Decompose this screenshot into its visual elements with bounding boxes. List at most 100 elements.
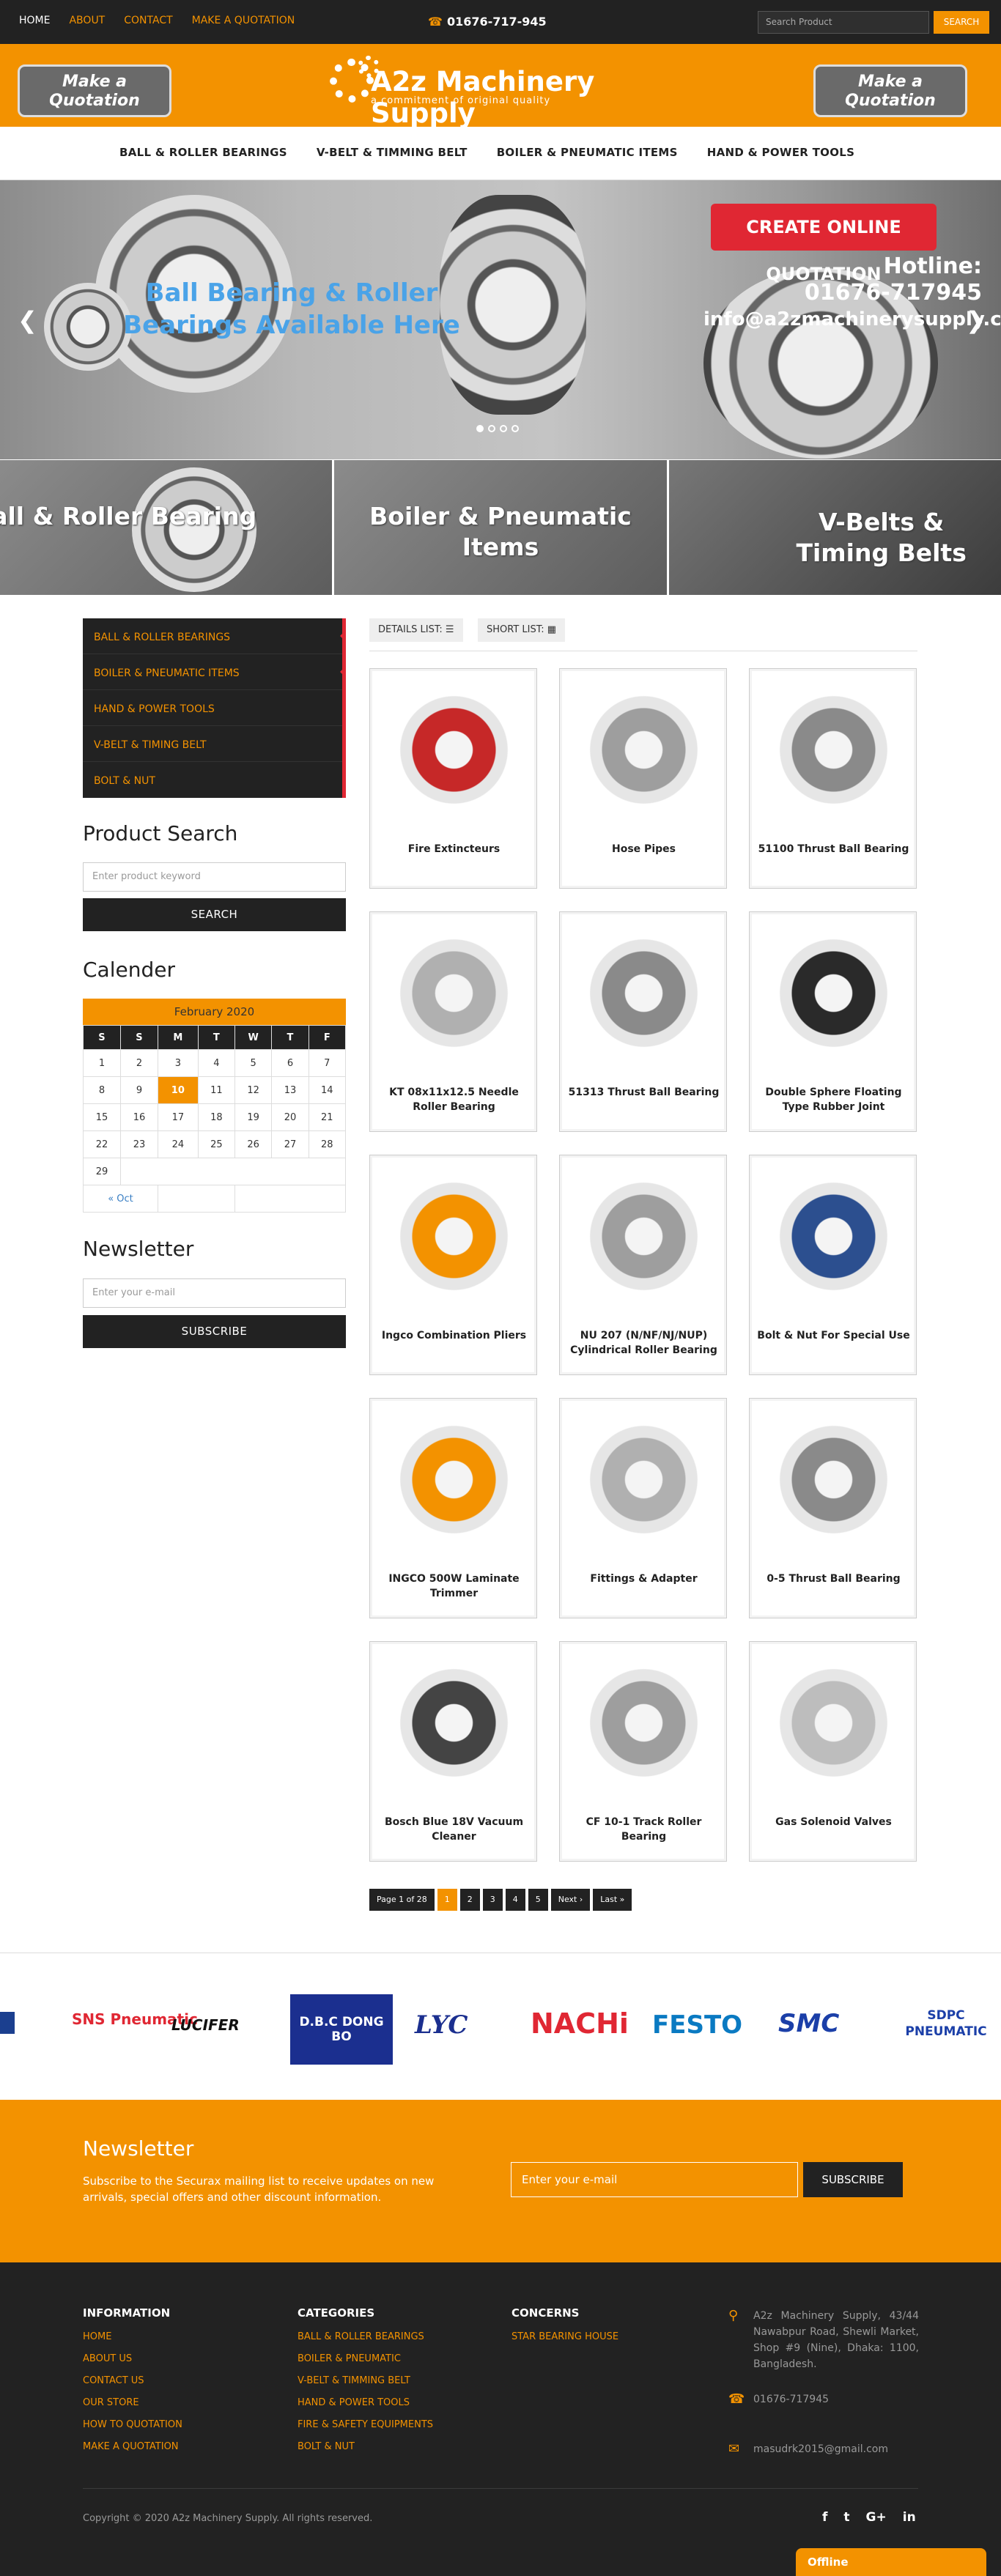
product-card[interactable]: 51313 Thrust Ball Bearing <box>559 911 727 1132</box>
footer-link[interactable]: OUR STORE <box>83 2397 182 2419</box>
footer-link[interactable]: V-BELT & TIMMING BELT <box>298 2375 433 2397</box>
product-title[interactable]: Bolt & Nut For Special Use <box>757 1328 910 1343</box>
footer-link[interactable]: STAR BEARING HOUSE <box>511 2331 618 2353</box>
product-title[interactable]: INGCO 500W Laminate Trimmer <box>377 1572 531 1601</box>
banner-boiler[interactable]: Boiler & Pneumatic Items <box>334 460 667 595</box>
page-5[interactable]: 5 <box>528 1889 548 1911</box>
footer-link[interactable]: ABOUT US <box>83 2353 182 2375</box>
calendar-day[interactable]: 7 <box>308 1049 347 1077</box>
make-quotation-badge-right[interactable]: Make a Quotation <box>813 64 967 117</box>
slider-dot[interactable] <box>476 425 484 432</box>
sidebar-item-boiler[interactable]: BOILER & PNEUMATIC ITEMS <box>83 654 346 690</box>
brand-sdpc[interactable]: SDPC PNEUMATIC <box>898 2007 994 2040</box>
product-title[interactable]: 0-5 Thrust Ball Bearing <box>757 1572 910 1586</box>
calendar-day[interactable]: 28 <box>308 1130 347 1158</box>
slider-dot[interactable] <box>500 425 507 432</box>
product-image[interactable] <box>582 682 706 818</box>
banner-vbelts[interactable]: V-Belts & Timing Belts <box>668 460 1001 595</box>
main-nav-vbelt[interactable]: V-BELT & TIMMING BELT <box>317 146 468 159</box>
product-card[interactable]: INGCO 500W Laminate Trimmer <box>369 1398 537 1618</box>
product-card[interactable]: Ingco Combination Pliers <box>369 1155 537 1375</box>
newsletter-subscribe-button[interactable]: SUBSCRIBE <box>83 1315 346 1348</box>
product-title[interactable]: Hose Pipes <box>567 842 720 856</box>
product-image[interactable] <box>582 1169 706 1304</box>
footer-link[interactable]: BOLT & NUT <box>298 2441 433 2463</box>
product-title[interactable]: 51313 Thrust Ball Bearing <box>567 1085 720 1100</box>
calendar-day[interactable]: 3 <box>157 1049 199 1077</box>
product-title[interactable]: Gas Solenoid Valves <box>757 1815 910 1829</box>
calendar-day[interactable]: 4 <box>197 1049 236 1077</box>
top-nav-quotation[interactable]: MAKE A QUOTATION <box>192 15 295 26</box>
google-plus-icon[interactable]: G+ <box>866 2510 887 2525</box>
product-card[interactable]: NU 207 (N/NF/NJ/NUP) Cylindrical Roller … <box>559 1155 727 1375</box>
calendar-day[interactable]: 24 <box>157 1130 199 1158</box>
product-title[interactable]: 51100 Thrust Ball Bearing <box>757 842 910 856</box>
product-title[interactable]: Fire Extincteurs <box>377 842 531 856</box>
product-image[interactable] <box>392 1412 516 1547</box>
page-2[interactable]: 2 <box>459 1889 480 1911</box>
product-search-button[interactable]: SEARCH <box>83 898 346 931</box>
details-list-button[interactable]: DETAILS LIST: ☰ <box>369 618 463 642</box>
brand-festo[interactable]: FESTO <box>652 2010 742 2040</box>
sidebar-item-vbelt[interactable]: V-BELT & TIMING BELT <box>83 726 342 762</box>
slider-dot[interactable] <box>511 425 519 432</box>
calendar-day[interactable]: 17 <box>157 1103 199 1131</box>
main-nav-bearings[interactable]: BALL & ROLLER BEARINGS <box>119 146 287 159</box>
product-card[interactable]: 0-5 Thrust Ball Bearing <box>749 1398 917 1618</box>
newsletter-email-input[interactable]: Enter your e-mail <box>83 1278 346 1308</box>
page-4[interactable]: 4 <box>505 1889 525 1911</box>
calendar-day[interactable]: 22 <box>83 1130 121 1158</box>
site-logo[interactable]: A2z Machinery Supply a commitment of ori… <box>330 56 674 129</box>
product-title[interactable]: Bosch Blue 18V Vacuum Cleaner <box>377 1815 531 1844</box>
calendar-prev-link[interactable]: « Oct <box>83 1185 158 1213</box>
page-last[interactable]: Last » <box>593 1889 632 1911</box>
short-list-button[interactable]: SHORT LIST: ▦ <box>478 618 566 642</box>
brand-dongbo[interactable]: D.B.C DONG BO <box>290 1994 393 2065</box>
calendar-day[interactable]: 2 <box>119 1049 158 1077</box>
newsletter-band-email-input[interactable]: Enter your e-mail <box>511 2162 798 2197</box>
calendar-day[interactable]: 23 <box>119 1130 158 1158</box>
product-card[interactable]: Hose Pipes <box>559 668 727 889</box>
product-title[interactable]: Fittings & Adapter <box>567 1572 720 1586</box>
calendar-day[interactable]: 19 <box>234 1103 273 1131</box>
footer-link[interactable]: HAND & POWER TOOLS <box>298 2397 433 2419</box>
product-card[interactable]: CF 10-1 Track Roller Bearing <box>559 1641 727 1862</box>
footer-link[interactable]: BALL & ROLLER BEARINGS <box>298 2331 433 2353</box>
calendar-day[interactable]: 21 <box>308 1103 347 1131</box>
twitter-icon[interactable]: t <box>843 2510 849 2525</box>
page-1[interactable]: 1 <box>437 1889 457 1911</box>
calendar-day[interactable]: 9 <box>119 1076 158 1104</box>
product-image[interactable] <box>772 1169 895 1304</box>
product-image[interactable] <box>582 1655 706 1791</box>
product-image[interactable] <box>392 925 516 1061</box>
brand-lyc[interactable]: LYC <box>415 2010 468 2040</box>
product-title[interactable]: Ingco Combination Pliers <box>377 1328 531 1343</box>
calendar-today[interactable]: 10 <box>157 1076 199 1104</box>
calendar-day[interactable]: 29 <box>83 1158 121 1185</box>
calendar-day[interactable]: 26 <box>234 1130 273 1158</box>
calendar-day[interactable]: 11 <box>197 1076 236 1104</box>
slider-next-icon[interactable]: ❯ <box>966 306 986 334</box>
facebook-icon[interactable]: f <box>822 2510 827 2525</box>
slider-prev-icon[interactable]: ❮ <box>18 306 37 334</box>
product-card[interactable]: KT 08x11x12.5 Needle Roller Bearing <box>369 911 537 1132</box>
product-image[interactable] <box>772 1412 895 1547</box>
top-search-input[interactable]: Search Product <box>758 11 929 34</box>
product-card[interactable]: Fire Extincteurs <box>369 668 537 889</box>
footer-link[interactable]: HOW TO QUOTATION <box>83 2419 182 2441</box>
product-image[interactable] <box>582 1412 706 1547</box>
calendar-day[interactable]: 1 <box>83 1049 121 1077</box>
calendar-day[interactable]: 20 <box>271 1103 309 1131</box>
footer-link[interactable]: MAKE A QUOTATION <box>83 2441 182 2463</box>
page-3[interactable]: 3 <box>482 1889 503 1911</box>
product-card[interactable]: Bolt & Nut For Special Use <box>749 1155 917 1375</box>
product-image[interactable] <box>772 1655 895 1791</box>
slider-dot[interactable] <box>488 425 495 432</box>
product-card[interactable]: 51100 Thrust Ball Bearing <box>749 668 917 889</box>
top-nav-contact[interactable]: CONTACT <box>124 15 172 26</box>
product-card[interactable]: Bosch Blue 18V Vacuum Cleaner <box>369 1641 537 1862</box>
product-card[interactable]: Fittings & Adapter <box>559 1398 727 1618</box>
product-title[interactable]: Double Sphere Floating Type Rubber Joint <box>757 1085 910 1114</box>
calendar-day[interactable]: 14 <box>308 1076 347 1104</box>
make-quotation-badge-left[interactable]: Make a Quotation <box>18 64 171 117</box>
